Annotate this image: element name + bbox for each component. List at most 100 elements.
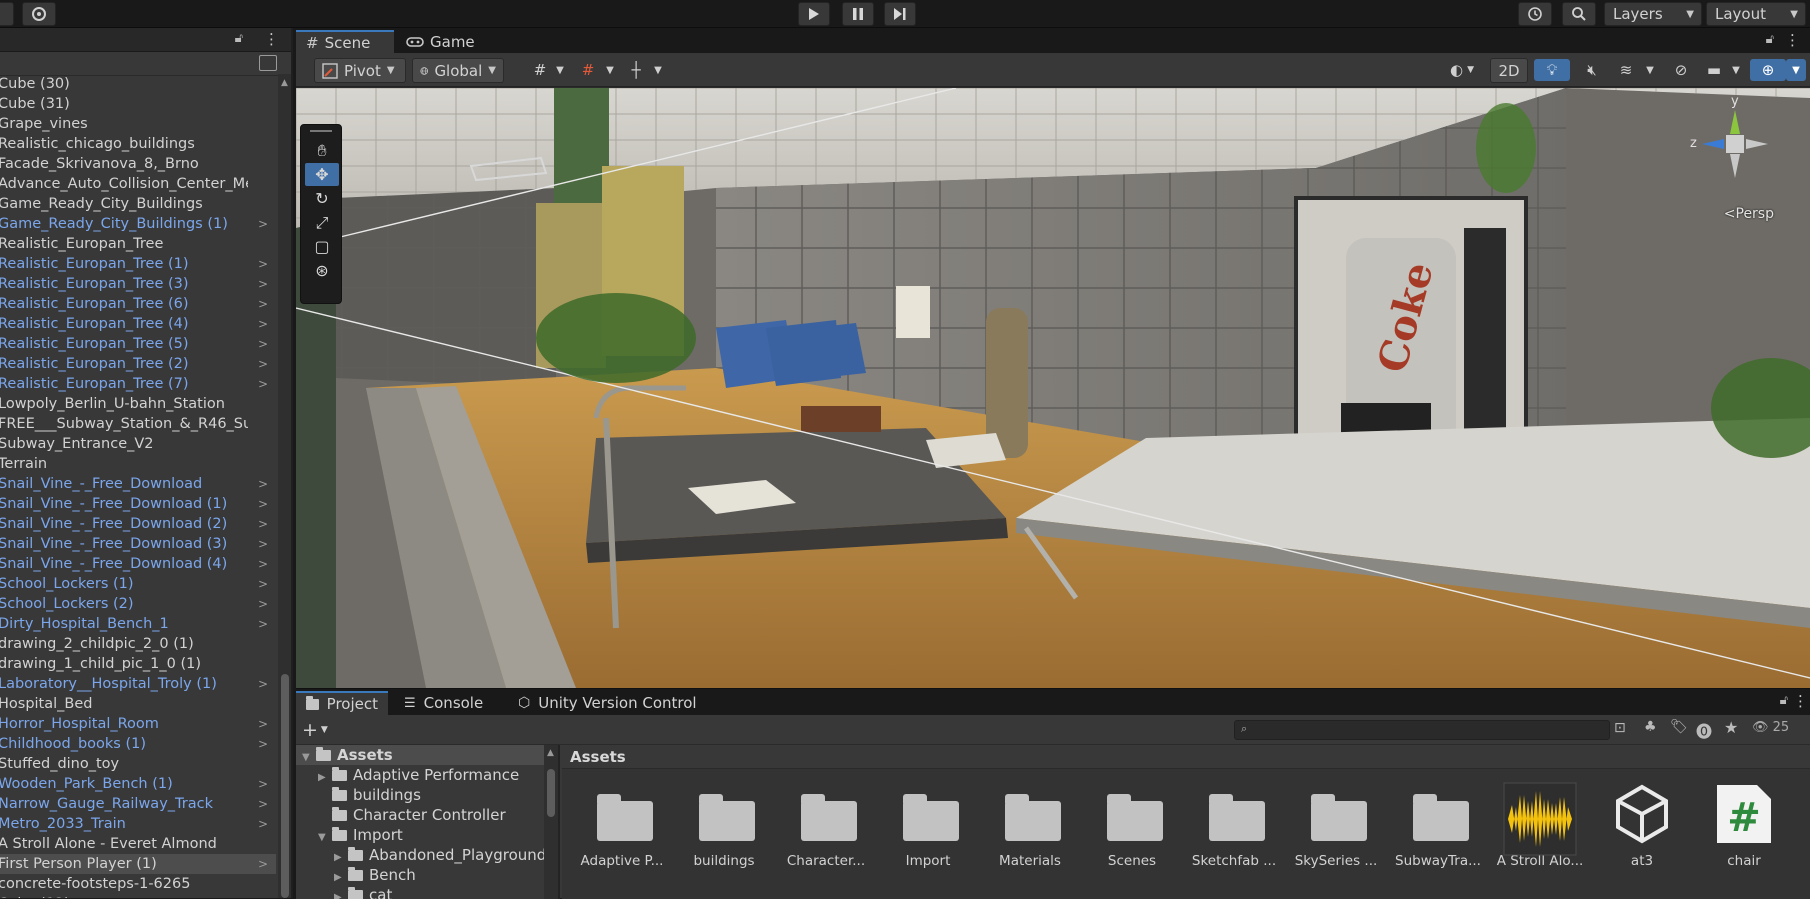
hierarchy-scrollbar[interactable]: ▲ bbox=[278, 74, 291, 898]
expand-chevron-icon[interactable]: > bbox=[258, 254, 268, 274]
folder-tree-item[interactable]: ▶ cat bbox=[296, 885, 558, 899]
hierarchy-item[interactable]: Wooden_Park_Bench (1) > bbox=[0, 774, 276, 794]
play-button[interactable] bbox=[798, 2, 830, 26]
expand-chevron-icon[interactable]: > bbox=[258, 594, 268, 614]
more-options-icon[interactable]: ⋮ bbox=[1793, 692, 1808, 710]
expand-chevron-icon[interactable]: > bbox=[258, 774, 268, 794]
account-button[interactable] bbox=[0, 2, 14, 26]
rect-tool-icon[interactable]: ▢ bbox=[305, 235, 339, 258]
expand-chevron-icon[interactable]: > bbox=[258, 334, 268, 354]
expand-chevron-icon[interactable]: > bbox=[258, 674, 268, 694]
expand-chevron-icon[interactable]: > bbox=[258, 794, 268, 814]
label-filter-icon[interactable]: 🏷︎ bbox=[1670, 719, 1688, 735]
folder-tree-item[interactable]: ▶ Bench bbox=[296, 865, 558, 885]
asset-item[interactable]: Adaptive P... bbox=[574, 781, 670, 881]
asset-item[interactable]: A Stroll Alo... bbox=[1492, 781, 1588, 881]
cloud-settings-button[interactable] bbox=[22, 2, 56, 26]
expand-chevron-icon[interactable]: > bbox=[258, 354, 268, 374]
orientation-gizmo[interactable]: y z bbox=[1690, 94, 1780, 188]
hierarchy-item[interactable]: concrete-footsteps-1-6265 bbox=[0, 874, 276, 894]
asset-item[interactable]: Import bbox=[880, 781, 976, 881]
search-scene-icon[interactable] bbox=[259, 55, 277, 71]
expand-chevron-icon[interactable]: > bbox=[258, 374, 268, 394]
mode-2d-toggle[interactable]: 2D bbox=[1490, 58, 1528, 83]
folder-tree-item[interactable]: ▶ Adaptive Performance bbox=[296, 765, 558, 785]
folder-tree-item[interactable]: ▶ Abandoned_Playground bbox=[296, 845, 558, 865]
chevron-down-icon[interactable]: ▼ bbox=[1786, 59, 1806, 81]
ruler-icon[interactable]: ┼ bbox=[624, 59, 648, 81]
search-button[interactable] bbox=[1562, 2, 1596, 26]
folder-tree-item[interactable]: Character Controller bbox=[296, 805, 558, 825]
hierarchy-item[interactable]: Snail_Vine_-_Free_Download > bbox=[0, 474, 276, 494]
tab-project[interactable]: Project bbox=[296, 691, 388, 715]
scene-viewport[interactable]: Coke ✋︎ ✥ ↻ ⤢ ▢ ⊛ y z <Persp bbox=[296, 88, 1810, 688]
asset-item[interactable]: buildings bbox=[676, 781, 772, 881]
transform-tool-icon[interactable]: ⊛ bbox=[305, 259, 339, 282]
hierarchy-item[interactable]: Narrow_Gauge_Railway_Track > bbox=[0, 794, 276, 814]
hierarchy-item[interactable]: Game_Ready_City_Buildings (1) > bbox=[0, 214, 276, 234]
asset-grid-breadcrumb[interactable]: Assets bbox=[562, 745, 1810, 769]
hierarchy-item[interactable]: Advance_Auto_Collision_Center_Metal_ bbox=[0, 174, 276, 194]
increment-snap-icon[interactable]: # bbox=[576, 59, 600, 81]
expand-chevron-icon[interactable]: > bbox=[258, 574, 268, 594]
expand-chevron-icon[interactable]: > bbox=[258, 294, 268, 314]
hierarchy-item[interactable]: Grape_vines bbox=[0, 114, 276, 134]
expand-chevron-icon[interactable]: > bbox=[258, 554, 268, 574]
hierarchy-item[interactable]: Facade_Skrivanova_8,_Brno bbox=[0, 154, 276, 174]
hierarchy-item[interactable]: Laboratory__Hospital_Troly (1) > bbox=[0, 674, 276, 694]
scale-tool-icon[interactable]: ⤢ bbox=[305, 211, 339, 234]
expand-arrow-icon[interactable]: ▶ bbox=[334, 888, 348, 899]
hierarchy-item[interactable]: Cube (12) bbox=[0, 894, 276, 898]
hierarchy-item[interactable]: Realistic_Europan_Tree (2) > bbox=[0, 354, 276, 374]
hierarchy-item[interactable]: Terrain bbox=[0, 454, 276, 474]
undo-history-button[interactable] bbox=[1518, 2, 1552, 26]
hierarchy-item[interactable]: Cube (31) bbox=[0, 94, 276, 114]
asset-item[interactable]: SubwayTra... bbox=[1390, 781, 1486, 881]
asset-item[interactable]: Sketchfab ... bbox=[1186, 781, 1282, 881]
shading-mode-icon[interactable]: ◐ ▼ bbox=[1442, 59, 1482, 81]
favorite-star-icon[interactable]: ★ bbox=[1724, 718, 1738, 737]
hierarchy-item[interactable]: Realistic_Europan_Tree (4) > bbox=[0, 314, 276, 334]
expand-chevron-icon[interactable]: > bbox=[258, 314, 268, 334]
expand-chevron-icon[interactable]: > bbox=[258, 214, 268, 234]
folder-tree-scrollbar[interactable]: ▲ bbox=[544, 745, 558, 899]
chevron-down-icon[interactable]: ▼ bbox=[1638, 59, 1662, 81]
hierarchy-scroll-thumb[interactable] bbox=[281, 674, 289, 898]
chevron-down-icon[interactable]: ▼ bbox=[646, 59, 670, 81]
asset-item[interactable]: at3 bbox=[1594, 781, 1690, 881]
effects-icon[interactable]: ≋ bbox=[1612, 59, 1640, 81]
expand-chevron-icon[interactable]: > bbox=[258, 714, 268, 734]
asset-item[interactable]: SkySeries ... bbox=[1288, 781, 1384, 881]
palette-drag-handle[interactable] bbox=[310, 130, 332, 132]
projection-label[interactable]: <Persp bbox=[1724, 206, 1774, 222]
chevron-down-icon[interactable]: ▼ bbox=[1724, 59, 1748, 81]
gizmos-icon[interactable]: ⊕ bbox=[1750, 59, 1786, 81]
hierarchy-item[interactable]: Hospital_Bed bbox=[0, 694, 276, 714]
rotate-tool-icon[interactable]: ↻ bbox=[305, 187, 339, 210]
hierarchy-item[interactable]: First Person Player (1) > bbox=[0, 854, 276, 874]
hidden-packages-toggle[interactable]: 👁︎ 25 bbox=[1752, 720, 1789, 735]
hierarchy-item[interactable]: Lowpoly_Berlin_U-bahn_Station bbox=[0, 394, 276, 414]
asset-item[interactable]: Character... bbox=[778, 781, 874, 881]
scroll-up-icon[interactable]: ▲ bbox=[281, 78, 288, 88]
expand-chevron-icon[interactable]: > bbox=[258, 854, 268, 874]
tab-game[interactable]: Game bbox=[396, 30, 486, 54]
hierarchy-search-bar[interactable] bbox=[0, 52, 291, 76]
lighting-icon[interactable]: 💡︎ bbox=[1534, 59, 1570, 81]
hierarchy-item[interactable]: Realistic_Europan_Tree (1) > bbox=[0, 254, 276, 274]
hierarchy-item[interactable]: drawing_1_child_pic_1_0 (1) bbox=[0, 654, 276, 674]
expand-chevron-icon[interactable]: > bbox=[258, 274, 268, 294]
hierarchy-item[interactable]: Horror_Hospital_Room > bbox=[0, 714, 276, 734]
hierarchy-item[interactable]: Snail_Vine_-_Free_Download (4) > bbox=[0, 554, 276, 574]
folder-tree-item[interactable]: buildings bbox=[296, 785, 558, 805]
hierarchy-item[interactable]: Realistic_chicago_buildings bbox=[0, 134, 276, 154]
lock-icon[interactable]: 🔓︎ bbox=[235, 31, 243, 46]
hierarchy-item[interactable]: Stuffed_dino_toy bbox=[0, 754, 276, 774]
hand-tool-icon[interactable]: ✋︎ bbox=[305, 139, 339, 162]
folder-tree-item[interactable]: ▼ Assets bbox=[296, 745, 558, 765]
folder-tree-scroll-thumb[interactable] bbox=[547, 769, 555, 817]
chevron-down-icon[interactable]: ▼ bbox=[598, 59, 622, 81]
hierarchy-item[interactable]: School_Lockers (1) > bbox=[0, 574, 276, 594]
more-options-icon[interactable]: ⋮ bbox=[264, 30, 279, 48]
tab-scene[interactable]: # Scene bbox=[296, 30, 394, 54]
